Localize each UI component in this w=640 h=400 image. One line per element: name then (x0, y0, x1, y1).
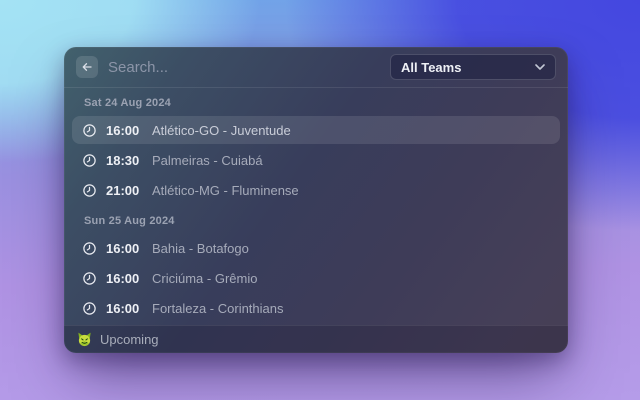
date-section: Sun 25 Aug 2024 16:00 Bahia - Botafogo 1… (72, 206, 560, 322)
status-bar: Upcoming (64, 325, 568, 353)
clock-icon (83, 301, 96, 315)
match-fixture: Fortaleza - Corinthians (152, 300, 284, 316)
match-time: 16:00 (106, 240, 140, 256)
match-time: 21:00 (106, 182, 140, 198)
back-button[interactable] (76, 56, 98, 78)
match-list: Sat 24 Aug 2024 16:00 Atlético-GO - Juve… (64, 88, 568, 325)
match-time: 16:00 (106, 122, 140, 138)
match-row[interactable]: 16:00 Fortaleza - Corinthians (72, 294, 560, 322)
match-time: 16:00 (106, 300, 140, 316)
team-filter-label: All Teams (401, 59, 462, 75)
section-rows: 16:00 Atlético-GO - Juventude 18:30 Palm… (72, 116, 560, 204)
match-fixture: Criciúma - Grêmio (152, 270, 258, 286)
clock-icon (83, 183, 96, 197)
match-time: 18:30 (106, 152, 140, 168)
match-row[interactable]: 21:00 Atlético-MG - Fluminense (72, 176, 560, 204)
brasileirao-league-icon (78, 332, 91, 347)
match-row[interactable]: 16:00 Bahia - Botafogo (72, 234, 560, 262)
clock-icon (83, 271, 96, 285)
match-fixture: Palmeiras - Cuiabá (152, 152, 263, 168)
match-time: 16:00 (106, 270, 140, 286)
match-fixture: Atlético-MG - Fluminense (152, 182, 299, 198)
search-input[interactable] (108, 58, 380, 76)
match-schedule-window: All Teams Sat 24 Aug 2024 16:00 Atlético… (64, 47, 568, 353)
chevron-down-icon (535, 64, 545, 70)
clock-icon (83, 241, 96, 255)
clock-icon (83, 123, 96, 137)
desktop-background: All Teams Sat 24 Aug 2024 16:00 Atlético… (0, 0, 640, 400)
arrow-left-icon (82, 63, 92, 71)
team-filter-dropdown[interactable]: All Teams (390, 54, 556, 80)
date-section: Sat 24 Aug 2024 16:00 Atlético-GO - Juve… (72, 88, 560, 204)
section-rows: 16:00 Bahia - Botafogo 16:00 Criciúma - … (72, 234, 560, 322)
status-label: Upcoming (100, 332, 159, 347)
match-row[interactable]: 16:00 Atlético-GO - Juventude (72, 116, 560, 144)
section-date: Sun 25 Aug 2024 (84, 215, 175, 227)
section-date: Sat 24 Aug 2024 (84, 97, 171, 109)
match-row[interactable]: 18:30 Palmeiras - Cuiabá (72, 146, 560, 174)
clock-icon (83, 153, 96, 167)
match-fixture: Atlético-GO - Juventude (152, 122, 291, 138)
search-header: All Teams (64, 47, 568, 88)
match-fixture: Bahia - Botafogo (152, 240, 249, 256)
match-row[interactable]: 16:00 Criciúma - Grêmio (72, 264, 560, 292)
